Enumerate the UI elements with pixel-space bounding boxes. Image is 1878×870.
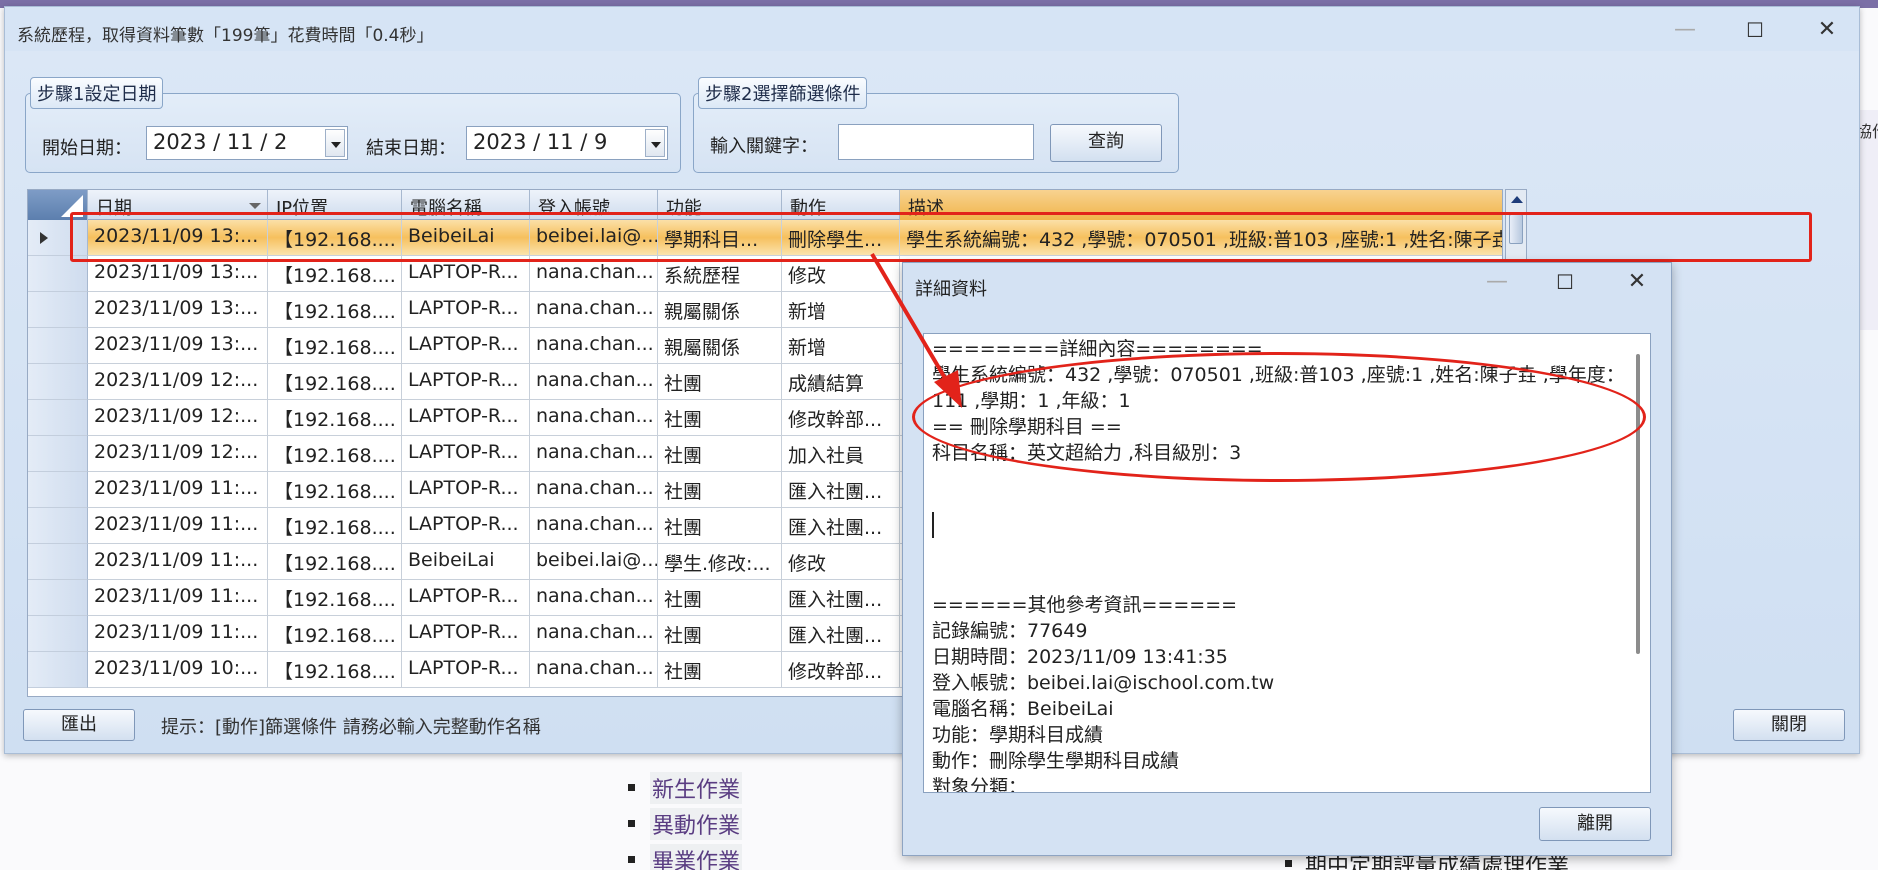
arrow-shaft [870, 252, 954, 392]
arrow-head [934, 370, 962, 408]
annotation-arrow [870, 252, 962, 408]
